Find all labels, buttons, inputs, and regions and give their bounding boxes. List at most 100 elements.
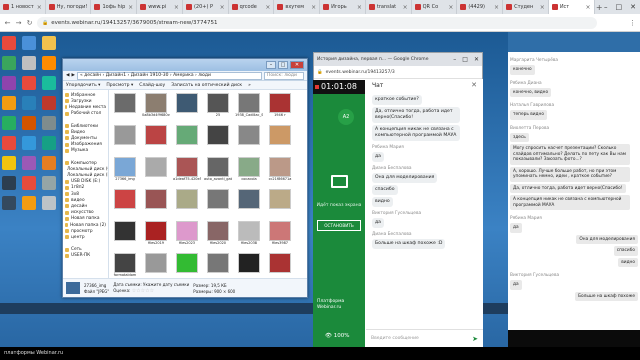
desktop-shortcut-icon[interactable] [22, 136, 36, 150]
desktop-shortcut-icon[interactable] [22, 76, 36, 90]
file-thumbnail[interactable] [235, 253, 263, 278]
browser-tab[interactable]: 1 новост × [0, 0, 46, 14]
maximize-icon[interactable]: □ [462, 56, 468, 63]
desktop-shortcut-icon[interactable] [22, 56, 36, 70]
forward-icon[interactable]: → [15, 19, 22, 27]
desktop-shortcut-icon[interactable] [2, 136, 16, 150]
file-thumbnail[interactable] [142, 253, 170, 278]
desktop-shortcut-icon[interactable] [42, 56, 56, 70]
desktop-shortcut-icon[interactable] [42, 156, 56, 170]
desktop-shortcut-icon[interactable] [42, 176, 56, 190]
file-thumbnail[interactable]: formataldom [111, 253, 139, 278]
file-thumbnail[interactable]: cc21f86671a [266, 157, 294, 187]
desktop-shortcut-icon[interactable] [42, 76, 56, 90]
nav-item[interactable]: Изображения [65, 142, 106, 148]
desktop-shortcut-icon[interactable] [2, 56, 16, 70]
file-thumbnail[interactable] [266, 125, 294, 155]
file-thumbnail[interactable] [235, 125, 263, 155]
browser-tab[interactable]: (20+) Р × [183, 0, 229, 14]
desktop-shortcut-icon[interactable] [2, 176, 16, 190]
new-tab-icon[interactable]: + [595, 3, 604, 12]
minimize-icon[interactable]: – [604, 3, 608, 11]
zoom-indicator[interactable]: 👁 100% [325, 333, 349, 339]
browser-menu-icon[interactable]: ⋮ [629, 19, 636, 27]
file-thumbnail[interactable]: 27366_img [111, 157, 139, 187]
browser-tab[interactable]: вхутем × [274, 0, 321, 14]
browser-tab[interactable]: translat × [366, 0, 412, 14]
desktop-shortcut-icon[interactable] [22, 116, 36, 130]
minimize-button[interactable]: – [266, 61, 276, 69]
close-tab-icon[interactable]: × [540, 4, 545, 11]
nav-item[interactable]: Локальный диск (D:) [65, 172, 108, 178]
file-thumbnail[interactable]: 0a8b3d4f9680c60a8b15d8c05a6b [142, 93, 170, 123]
desktop-shortcut-icon[interactable] [2, 116, 16, 130]
file-thumbnail[interactable] [111, 125, 139, 155]
close-tab-icon[interactable]: × [265, 4, 270, 11]
close-tab-icon[interactable]: × [220, 4, 225, 11]
browser-tab[interactable]: Студен × [503, 0, 549, 14]
desktop-shortcut-icon[interactable] [42, 36, 56, 50]
file-thumbnail[interactable]: files2023 [173, 221, 201, 251]
toolbar-item[interactable]: Упорядочить ▾ [66, 83, 100, 88]
reload-icon[interactable]: ↻ [26, 19, 33, 27]
close-tab-icon[interactable]: × [586, 4, 591, 11]
file-thumbnail[interactable] [111, 93, 139, 123]
close-tab-icon[interactable]: × [37, 4, 42, 11]
desktop-shortcut-icon[interactable] [42, 116, 56, 130]
file-thumbnail[interactable]: a1deaf75-420e5 [173, 157, 201, 187]
browser-tab[interactable]: www.pi × [137, 0, 183, 14]
browser-tab[interactable]: Ну, погоди!× [46, 0, 92, 14]
toolbar-item[interactable]: » [248, 83, 251, 88]
file-thumbnail[interactable] [235, 189, 263, 219]
file-thumbnail[interactable]: 1946 г [266, 93, 294, 123]
chat-input[interactable]: Введите сообщение ➤ [366, 329, 483, 347]
file-thumbnail[interactable] [173, 125, 201, 155]
close-tab-icon[interactable]: × [494, 4, 499, 11]
close-button[interactable]: ✕ [290, 61, 304, 69]
file-thumbnail[interactable] [173, 253, 201, 278]
file-thumbnail[interactable]: 25 [204, 93, 232, 123]
browser-tab[interactable]: qrcode × [229, 0, 275, 14]
file-thumbnail[interactable] [173, 93, 201, 123]
file-thumbnail[interactable] [142, 189, 170, 219]
browser-tab[interactable]: Игорь × [320, 0, 366, 14]
close-tab-icon[interactable]: × [311, 4, 316, 11]
toolbar-item[interactable]: Записать на оптический диск [171, 83, 242, 88]
send-icon[interactable]: ➤ [472, 335, 478, 343]
minimize-icon[interactable]: – [453, 56, 456, 63]
toolbar-item[interactable]: Слайд-шоу [139, 83, 165, 88]
file-thumbnail[interactable]: auto_avanti_gatm_openge1960 [204, 157, 232, 187]
desktop-shortcut-icon[interactable] [42, 136, 56, 150]
browser-tab[interactable]: (4429) × [457, 0, 504, 14]
file-thumbnail[interactable]: files3987 [266, 221, 294, 251]
close-tab-icon[interactable]: × [174, 4, 179, 11]
desktop-shortcut-icon[interactable] [22, 176, 36, 190]
desktop-shortcut-icon[interactable] [22, 36, 36, 50]
rating-stars[interactable]: ☆☆☆☆☆ [132, 288, 154, 294]
url-field[interactable]: 🔒 events.webinar.ru/19413257/3679005/str… [37, 16, 597, 29]
nav-item[interactable]: USER-ПК [65, 253, 106, 259]
close-icon[interactable]: ✕ [630, 3, 636, 11]
file-thumbnail[interactable]: cocacola [235, 157, 263, 187]
maximize-button[interactable]: □ [278, 61, 288, 69]
browser-tab[interactable]: Ист × [548, 0, 595, 14]
file-thumbnail[interactable] [204, 189, 232, 219]
desktop-shortcut-icon[interactable] [22, 196, 36, 210]
nav-item[interactable]: Локальный диск (C:) [65, 166, 108, 172]
search-input[interactable]: Поиск: люди [264, 71, 304, 80]
file-thumbnail[interactable]: 1938_Cadillac_Sixty_Special [235, 93, 263, 123]
file-thumbnail[interactable] [111, 189, 139, 219]
back-icon[interactable]: ← [4, 19, 11, 27]
desktop-shortcut-icon[interactable] [22, 156, 36, 170]
forward-icon[interactable]: ▶ [71, 73, 74, 78]
file-thumbnail[interactable] [142, 157, 170, 187]
desktop-shortcut-icon[interactable] [2, 36, 16, 50]
browser-tab[interactable]: 1офь hip × [91, 0, 138, 14]
file-thumbnail[interactable]: files2020 [204, 221, 232, 251]
desktop-shortcut-icon[interactable] [42, 96, 56, 110]
file-thumbnail[interactable] [266, 253, 294, 278]
nav-item[interactable]: USB DISK (E:) [65, 179, 106, 185]
close-icon[interactable]: ✕ [474, 56, 479, 63]
file-thumbnail[interactable] [142, 125, 170, 155]
close-tab-icon[interactable]: × [448, 4, 453, 11]
